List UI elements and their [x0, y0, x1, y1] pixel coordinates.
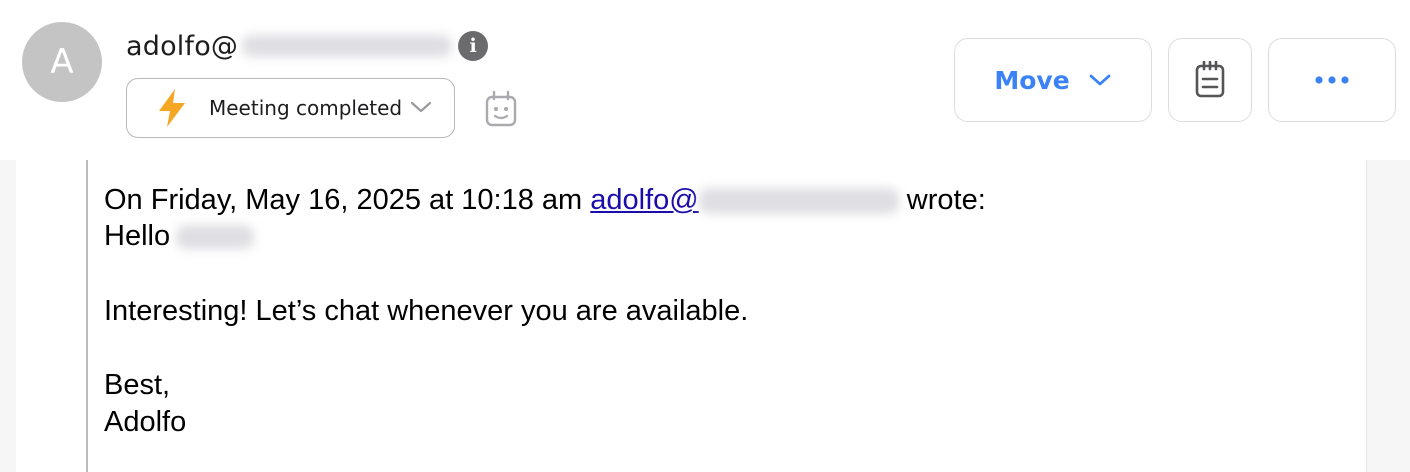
- redacted-name: [176, 225, 255, 250]
- message-header: A adolfo@ i Meeting completed Move: [0, 0, 1410, 160]
- status-dropdown[interactable]: Meeting completed: [126, 78, 455, 138]
- sender-email[interactable]: adolfo@: [126, 31, 238, 62]
- greeting-line: Hello: [104, 218, 255, 255]
- signoff: Best,: [104, 369, 171, 401]
- quote-header: On Friday, May 16, 2025 at 10:18 am adol…: [104, 182, 986, 219]
- message-text: Interesting! Let’s chat whenever you are…: [104, 295, 749, 327]
- signature: Adolfo: [104, 406, 187, 438]
- move-label: Move: [994, 65, 1070, 95]
- greeting: Hello: [104, 220, 171, 252]
- notepad-icon: [1195, 61, 1225, 98]
- quote-intro: On Friday, May 16, 2025 at 10:18 am: [104, 184, 583, 216]
- more-icon: [1315, 76, 1349, 84]
- quote-sender-link[interactable]: adolfo@: [590, 184, 899, 216]
- status-label: Meeting completed: [209, 96, 403, 120]
- avatar-initial: A: [50, 42, 74, 82]
- quoted-message: On Friday, May 16, 2025 at 10:18 am adol…: [86, 160, 1336, 472]
- avatar: A: [22, 22, 102, 102]
- chevron-down-icon: [1089, 74, 1111, 86]
- more-button[interactable]: [1268, 38, 1396, 122]
- info-icon[interactable]: i: [458, 31, 489, 61]
- redacted-domain: [698, 188, 899, 215]
- bolt-icon: [159, 89, 185, 127]
- message-body: On Friday, May 16, 2025 at 10:18 am adol…: [16, 160, 1367, 472]
- redacted-domain: [242, 35, 453, 57]
- move-button[interactable]: Move: [954, 38, 1152, 122]
- sender-row: adolfo@ i: [126, 26, 489, 66]
- quote-suffix: wrote:: [906, 184, 986, 216]
- chevron-down-icon: [410, 101, 432, 113]
- notes-button[interactable]: [1168, 38, 1252, 122]
- bot-icon[interactable]: [482, 90, 520, 128]
